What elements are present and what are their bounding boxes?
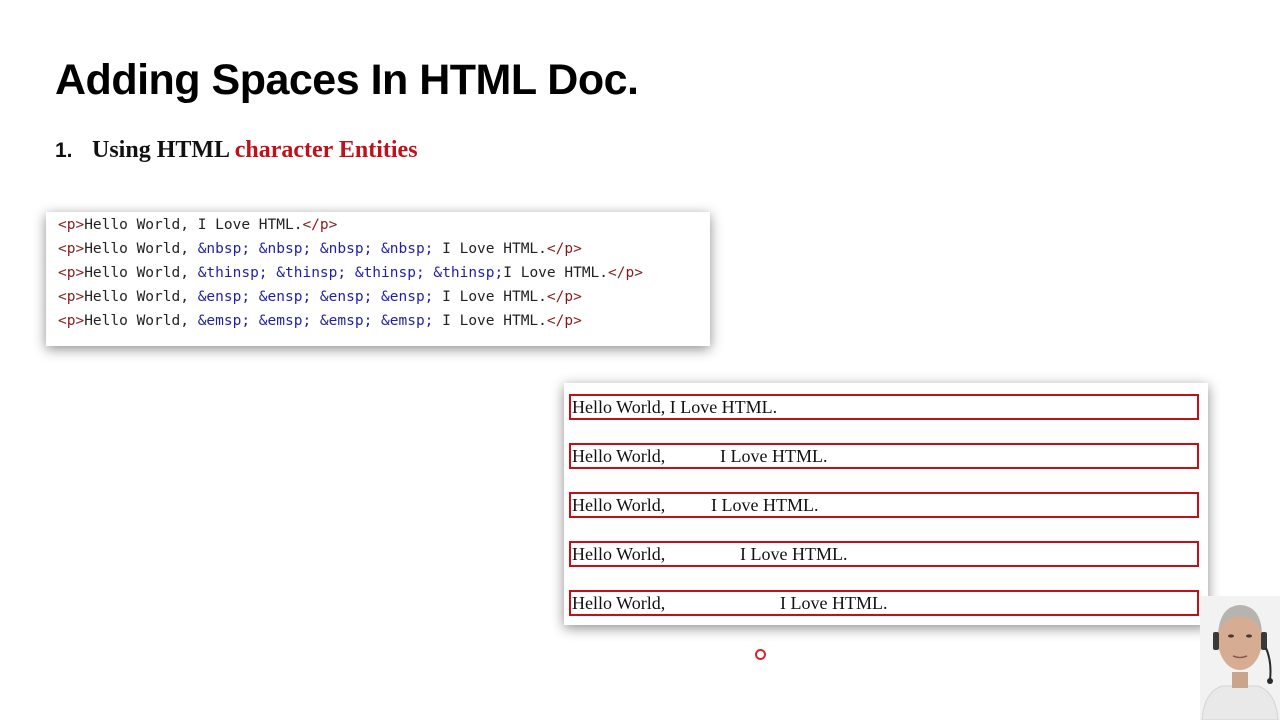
output-row-4: Hello World, I Love HTML.: [569, 541, 1199, 567]
code-tag: </p>: [608, 265, 643, 281]
output-row-2: Hello World, I Love HTML.: [569, 443, 1199, 469]
code-entity: &emsp; &emsp; &emsp; &emsp;: [197, 313, 434, 329]
code-snippet: <p>Hello World, I Love HTML.</p> <p>Hell…: [46, 212, 710, 346]
pointer-cursor-icon: [755, 649, 766, 660]
code-tag: </p>: [546, 313, 582, 329]
output-text-left: Hello World,: [572, 544, 666, 564]
output-text: Hello World, I Love HTML.: [572, 397, 778, 417]
code-line-1: <p>Hello World, I Love HTML.</p>: [58, 217, 337, 233]
code-text: Hello World,: [84, 313, 198, 329]
output-text-right: I Love HTML.: [711, 495, 819, 515]
code-text: I Love HTML.: [503, 265, 609, 281]
output-text-left: Hello World,: [572, 593, 666, 613]
code-tag: <p>: [58, 241, 85, 257]
code-text: I Love HTML.: [433, 313, 547, 329]
list-highlight: character Entities: [234, 137, 418, 163]
code-tag: <p>: [58, 313, 85, 329]
code-line-3: <p>Hello World, &thinsp; &thinsp; &thins…: [58, 265, 643, 281]
code-tag: </p>: [546, 289, 582, 305]
code-text: Hello World,: [84, 289, 198, 305]
output-row-3: Hello World, I Love HTML.: [569, 492, 1199, 518]
list-item-1: 1. Using HTML character Entities: [55, 137, 418, 164]
code-entity: &thinsp; &thinsp; &thinsp; &thinsp;: [197, 265, 504, 281]
output-text-left: Hello World,: [572, 446, 666, 466]
code-text: Hello World, I Love HTML.: [84, 217, 303, 233]
code-text: I Love HTML.: [433, 241, 547, 257]
output-row-1: Hello World, I Love HTML.: [569, 394, 1199, 420]
rendered-output: Hello World, I Love HTML. Hello World, I…: [564, 383, 1208, 625]
slide-title: Adding Spaces In HTML Doc.: [55, 56, 639, 104]
code-line-2: <p>Hello World, &nbsp; &nbsp; &nbsp; &nb…: [58, 241, 582, 257]
code-line-4: <p>Hello World, &ensp; &ensp; &ensp; &en…: [58, 289, 582, 305]
list-text: Using HTML: [92, 137, 229, 163]
output-row-5: Hello World, I Love HTML.: [569, 590, 1199, 616]
code-text: I Love HTML.: [433, 289, 547, 305]
list-number: 1.: [55, 139, 73, 162]
code-tag: <p>: [58, 289, 85, 305]
code-entity: &ensp; &ensp; &ensp; &ensp;: [197, 289, 434, 305]
code-tag: <p>: [58, 217, 85, 233]
output-text-right: I Love HTML.: [720, 446, 828, 466]
code-entity: &nbsp; &nbsp; &nbsp; &nbsp;: [197, 241, 434, 257]
output-text-right: I Love HTML.: [780, 593, 888, 613]
code-text: Hello World,: [84, 241, 198, 257]
code-line-5: <p>Hello World, &emsp; &emsp; &emsp; &em…: [58, 313, 582, 329]
presenter-avatar-icon: [1200, 596, 1280, 720]
code-tag: <p>: [58, 265, 85, 281]
code-tag: </p>: [546, 241, 582, 257]
code-text: Hello World,: [84, 265, 198, 281]
output-text-right: I Love HTML.: [740, 544, 848, 564]
output-text-left: Hello World,: [572, 495, 666, 515]
code-tag: </p>: [302, 217, 338, 233]
